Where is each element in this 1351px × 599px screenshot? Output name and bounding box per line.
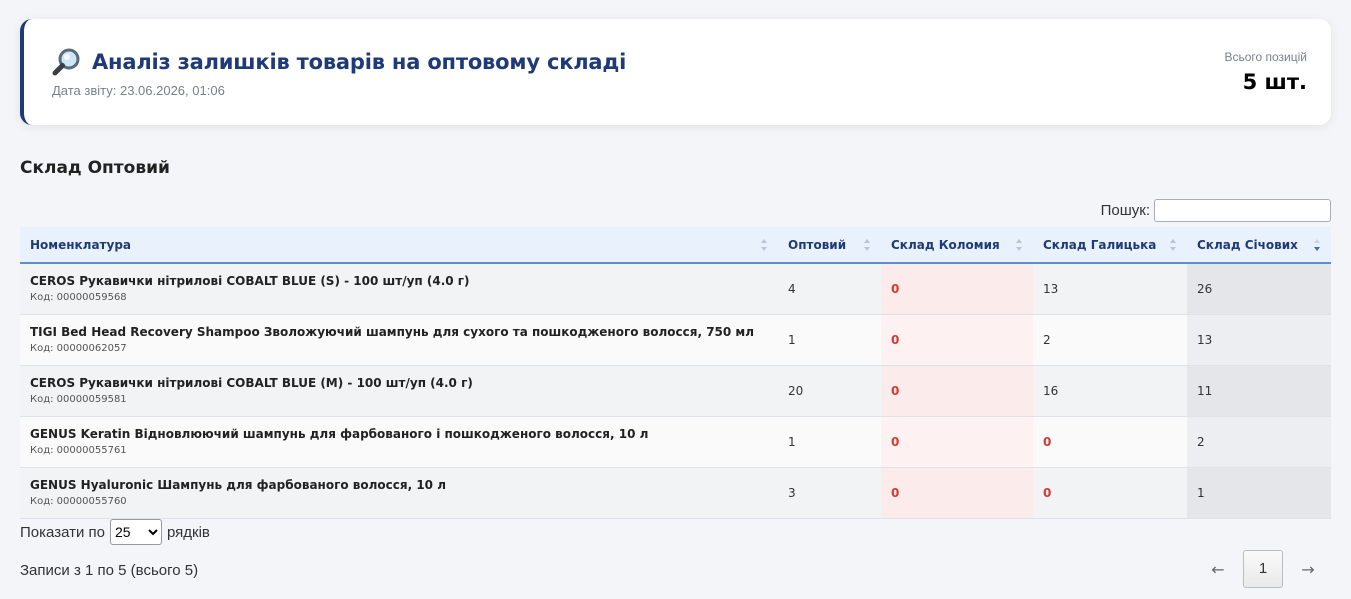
zero-value: 0 bbox=[891, 485, 900, 500]
halytska-cell: 0 bbox=[1033, 467, 1187, 519]
kolomyia-cell: 0 bbox=[881, 263, 1033, 315]
search-label: Пошук: bbox=[1100, 202, 1150, 219]
report-date: Дата звіту: 23.06.2026, 01:06 bbox=[52, 83, 225, 98]
product-name: TIGI Bed Head Recovery Shampoo Зволожуюч… bbox=[30, 325, 755, 339]
table-info: Записи з 1 по 5 (всього 5) bbox=[20, 562, 199, 579]
sort-both-icon bbox=[1170, 239, 1176, 251]
zero-value: 0 bbox=[891, 383, 900, 398]
column-header-sichovykh[interactable]: Склад Січових bbox=[1187, 227, 1331, 264]
report-header-card: Аналіз залишків товарів на оптовому скла… bbox=[20, 19, 1331, 125]
optovyi-cell: 1 bbox=[778, 314, 881, 366]
column-header-kolomyia[interactable]: Склад Коломия bbox=[881, 227, 1033, 264]
halytska-cell: 0 bbox=[1033, 416, 1187, 468]
table-row: CEROS Рукавички нітрилові COBALT BLUE (S… bbox=[20, 263, 1331, 315]
sort-both-icon bbox=[864, 239, 870, 251]
kolomyia-cell: 0 bbox=[881, 365, 1033, 417]
nomenclature-cell: CEROS Рукавички нітрилові COBALT BLUE (M… bbox=[20, 365, 778, 417]
table-row: GENUS Keratin Відновлюючий шампунь для ф… bbox=[20, 416, 1331, 468]
sichovykh-cell: 2 bbox=[1187, 416, 1331, 468]
halytska-cell: 13 bbox=[1033, 263, 1187, 315]
nomenclature-cell: GENUS Keratin Відновлюючий шампунь для ф… bbox=[20, 416, 778, 468]
kolomyia-cell: 0 bbox=[881, 416, 1033, 468]
total-positions-label: Всього позицій bbox=[1224, 50, 1307, 64]
page-length-select[interactable]: 25 bbox=[109, 519, 162, 545]
product-code: Код: 00000059568 bbox=[30, 292, 127, 304]
sort-both-icon bbox=[761, 239, 767, 251]
nomenclature-cell: GENUS Hyaluronic Шампунь для фарбованого… bbox=[20, 467, 778, 519]
product-name: CEROS Рукавички нітрилові COBALT BLUE (M… bbox=[30, 376, 473, 390]
sichovykh-cell: 11 bbox=[1187, 365, 1331, 417]
stock-table: Номенклатура Оптовий Склад Коломия Склад… bbox=[20, 227, 1331, 519]
optovyi-cell: 1 bbox=[778, 416, 881, 468]
search-filter: Пошук: bbox=[1101, 199, 1331, 222]
zero-value: 0 bbox=[891, 281, 900, 296]
product-name: CEROS Рукавички нітрилові COBALT BLUE (S… bbox=[30, 274, 470, 289]
product-code: Код: 00000055761 bbox=[30, 445, 127, 456]
zero-value: 0 bbox=[891, 434, 900, 449]
halytska-cell: 2 bbox=[1033, 314, 1187, 366]
nomenclature-cell: TIGI Bed Head Recovery Shampoo Зволожуюч… bbox=[20, 314, 778, 366]
warehouse-section-title: Склад Оптовий bbox=[20, 158, 170, 178]
zero-value: 0 bbox=[1043, 434, 1052, 449]
column-header-label: Оптовий bbox=[788, 237, 847, 252]
previous-page-button[interactable]: ← bbox=[1195, 560, 1241, 579]
column-header-label: Склад Галицька bbox=[1043, 237, 1157, 252]
optovyi-cell: 4 bbox=[778, 263, 881, 315]
table-header-row: Номенклатура Оптовий Склад Коломия Склад… bbox=[20, 227, 1331, 264]
page-length-control: Показати по 25 рядків bbox=[20, 519, 210, 545]
kolomyia-cell: 0 bbox=[881, 467, 1033, 519]
column-header-halytska[interactable]: Склад Галицька bbox=[1033, 227, 1187, 264]
product-code: Код: 00000059581 bbox=[30, 394, 127, 405]
pagination: ← 1 → bbox=[1195, 550, 1331, 588]
page-title: Аналіз залишків товарів на оптовому скла… bbox=[92, 50, 627, 74]
optovyi-cell: 20 bbox=[778, 365, 881, 417]
column-header-nomenclature[interactable]: Номенклатура bbox=[20, 227, 778, 264]
sichovykh-cell: 13 bbox=[1187, 314, 1331, 366]
table-row: GENUS Hyaluronic Шампунь для фарбованого… bbox=[20, 467, 1331, 519]
product-name: GENUS Hyaluronic Шампунь для фарбованого… bbox=[30, 478, 446, 492]
kolomyia-cell: 0 bbox=[881, 314, 1033, 366]
product-code: Код: 00000055760 bbox=[30, 496, 127, 507]
next-page-button[interactable]: → bbox=[1285, 560, 1331, 579]
column-header-label: Склад Січових bbox=[1197, 237, 1298, 252]
magnifier-icon bbox=[52, 48, 80, 76]
sichovykh-cell: 26 bbox=[1187, 263, 1331, 315]
zero-value: 0 bbox=[1043, 485, 1052, 500]
sort-desc-icon bbox=[1314, 239, 1320, 251]
total-positions-value: 5 шт. bbox=[1242, 70, 1307, 94]
product-code: Код: 00000062057 bbox=[30, 343, 127, 354]
table-row: CEROS Рукавички нітрилові COBALT BLUE (M… bbox=[20, 365, 1331, 417]
column-header-optovyi[interactable]: Оптовий bbox=[778, 227, 881, 264]
page-length-suffix: рядків bbox=[166, 523, 210, 541]
product-name: GENUS Keratin Відновлюючий шампунь для ф… bbox=[30, 427, 649, 441]
halytska-cell: 16 bbox=[1033, 365, 1187, 417]
page-length-prefix: Показати по bbox=[20, 523, 105, 541]
table-row: TIGI Bed Head Recovery Shampoo Зволожуюч… bbox=[20, 314, 1331, 366]
search-input[interactable] bbox=[1154, 199, 1331, 222]
zero-value: 0 bbox=[891, 332, 900, 347]
page-button-current[interactable]: 1 bbox=[1243, 550, 1283, 588]
sichovykh-cell: 1 bbox=[1187, 467, 1331, 519]
column-header-label: Номенклатура bbox=[30, 237, 132, 252]
nomenclature-cell: CEROS Рукавички нітрилові COBALT BLUE (S… bbox=[20, 263, 778, 315]
column-header-label: Склад Коломия bbox=[891, 237, 1000, 252]
sort-both-icon bbox=[1016, 239, 1022, 251]
optovyi-cell: 3 bbox=[778, 467, 881, 519]
report-title-row: Аналіз залишків товарів на оптовому скла… bbox=[52, 47, 626, 77]
